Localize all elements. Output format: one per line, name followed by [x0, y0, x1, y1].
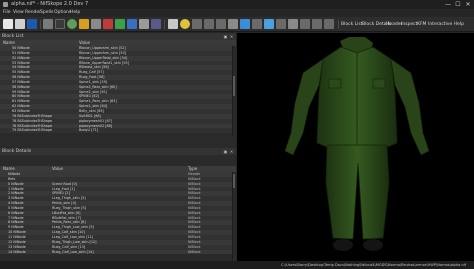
close-panel-icon[interactable]: ✕ — [229, 149, 234, 154]
new-file-icon[interactable] — [3, 19, 13, 29]
block-list-header: Block List ▣ ✕ — [0, 33, 236, 40]
scrollbar-thumb[interactable] — [233, 174, 235, 188]
cell-name: 79 BSSubIndexTriShape — [12, 128, 53, 133]
kfm-toggle[interactable]: KFM — [417, 20, 426, 29]
close-panel-icon[interactable]: ✕ — [229, 34, 234, 39]
material-icon[interactable] — [115, 19, 125, 29]
block-list-toggle[interactable]: Block List — [341, 20, 362, 29]
globe-icon[interactable] — [67, 19, 77, 29]
menu-options[interactable]: Options — [54, 9, 71, 17]
view-front-icon[interactable] — [192, 19, 202, 29]
maximize-button[interactable]: ☐ — [453, 0, 463, 9]
right-chest-pocket — [372, 78, 386, 89]
window-title: alpha.nif* - NifSkope 2.0 Dev 7 — [11, 1, 89, 7]
right-boot — [363, 239, 383, 251]
block-details-scrollbar[interactable] — [232, 172, 235, 260]
light-bulb-icon[interactable] — [180, 19, 190, 29]
grid-icon[interactable] — [91, 19, 101, 29]
scrollbar-thumb[interactable] — [233, 76, 235, 96]
file-path: C:\Users\Barry\Desktop\Temp Docs\Nothing… — [281, 263, 466, 267]
hidden-icon[interactable] — [168, 19, 178, 29]
table-row[interactable]: 79 BSSubIndexTriShape BodyU [71] — [0, 128, 232, 134]
perspective-icon[interactable] — [252, 19, 262, 29]
menu-help[interactable]: Help — [70, 9, 80, 17]
minimize-button[interactable]: — — [443, 0, 453, 9]
app-icon — [3, 2, 8, 7]
background-icon[interactable] — [324, 19, 334, 29]
render-viewport[interactable] — [237, 33, 474, 261]
save-icon[interactable] — [27, 19, 37, 29]
axes-icon[interactable] — [228, 19, 238, 29]
block-details-title: Block Details — [2, 149, 32, 154]
block-list-scrollbar[interactable] — [232, 46, 235, 136]
block-details-header: Block Details ▣ ✕ — [0, 148, 236, 155]
app-window: alpha.nif* - NifSkope 2.0 Dev 7 — ☐ ✕ Fi… — [0, 0, 474, 269]
menu-view[interactable]: View — [13, 9, 24, 17]
menu-render[interactable]: Render — [25, 9, 41, 17]
options-icon[interactable] — [312, 19, 322, 29]
texture-icon[interactable] — [79, 19, 89, 29]
left-dock: Block List ▣ ✕ Name Value 50 NiNode Ribco… — [0, 33, 236, 261]
block-details-rows: NiNode Header Refs NiBlock 0 NiNode Scene Roo… — [0, 172, 232, 260]
outfit-model[interactable] — [237, 33, 474, 261]
menu-bar: File View Render Spells Options Help — [0, 9, 474, 17]
block-list-title: Block List — [2, 34, 24, 39]
left-chest-pocket — [328, 78, 342, 89]
camera-icon[interactable] — [55, 19, 65, 29]
trousers — [325, 144, 390, 240]
lighting-icon[interactable] — [127, 19, 137, 29]
status-bar: C:\Users\Barry\Desktop\Temp Docs\Nothing… — [0, 261, 474, 269]
load-icon[interactable] — [43, 19, 53, 29]
cell-value: RLeg_Calf_Low_skin [14] — [52, 249, 94, 254]
select-icon[interactable] — [240, 19, 250, 29]
main-toolbar: Block List Block Details Header Inspect … — [0, 17, 474, 32]
inspect-toggle[interactable]: Inspect — [401, 20, 417, 29]
close-button[interactable]: ✕ — [463, 0, 473, 9]
cell-value: BodyU [71] — [79, 128, 99, 133]
cell-type: NiBlock — [188, 249, 201, 254]
float-panel-icon[interactable]: ▣ — [223, 149, 228, 154]
open-file-icon[interactable] — [15, 19, 25, 29]
cube-icon[interactable] — [151, 19, 161, 29]
title-bar: alpha.nif* - NifSkope 2.0 Dev 7 — ☐ ✕ — [0, 0, 474, 9]
view-top-icon[interactable] — [216, 19, 226, 29]
toolbar-separator — [338, 20, 339, 29]
menu-spells[interactable]: Spells — [40, 9, 53, 17]
walk-icon[interactable] — [276, 19, 286, 29]
table-row[interactable]: 14 NiNode RLeg_Calf_Low_skin [14] NiBlock — [0, 249, 232, 255]
shape-icon[interactable] — [103, 19, 113, 29]
interactive-help-toggle[interactable]: Interactive Help — [428, 20, 464, 29]
float-panel-icon[interactable]: ▣ — [223, 34, 228, 39]
left-boot — [333, 239, 353, 251]
flip-icon[interactable] — [288, 19, 298, 29]
wireframe-icon[interactable] — [139, 19, 149, 29]
frame-icon[interactable] — [300, 19, 310, 29]
toolbar-separator — [40, 20, 41, 29]
view-side-icon[interactable] — [204, 19, 214, 29]
toolbar-separator — [164, 20, 165, 29]
cell-name: 14 NiNode — [8, 249, 26, 254]
user-view-icon[interactable] — [264, 19, 274, 29]
block-list-rows: 50 NiNode Ribcon_Upperarm_skin [52] 51 NiN… — [0, 46, 232, 136]
header-toggle[interactable]: Header — [386, 20, 402, 29]
menu-file[interactable]: File — [3, 9, 11, 17]
